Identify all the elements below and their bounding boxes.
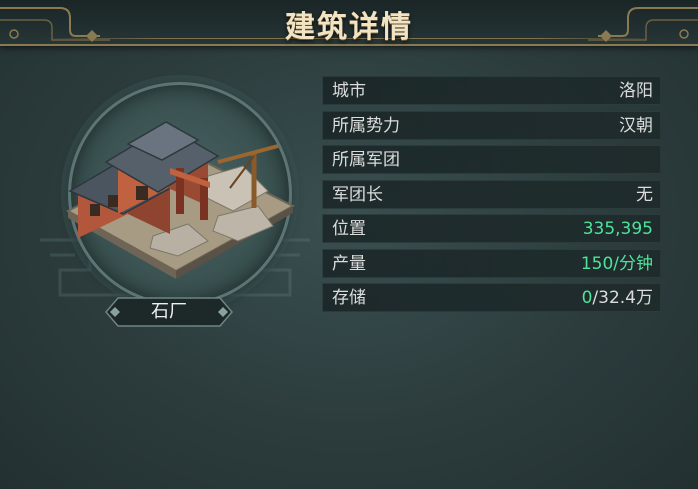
info-label: 所属势力 [332, 115, 400, 136]
info-label: 所属军团 [332, 150, 400, 170]
storage-max: /32.4万 [592, 288, 653, 308]
info-row-production: 产量 150/分钟 [322, 248, 661, 278]
info-row-faction: 所属势力 汉朝 [322, 110, 661, 140]
info-row-legion-leader: 军团长 无 [322, 179, 661, 209]
storage-current: 0 [581, 288, 593, 308]
building-name-plate: 石厂 [104, 296, 234, 328]
position-coordinates[interactable]: 335,395 [583, 215, 653, 243]
info-label: 存储 [332, 288, 366, 308]
info-row-legion: 所属军团 [322, 145, 661, 174]
storage-value: 0/32.4万 [582, 284, 653, 312]
building-info-table: 城市 洛阳 所属势力 汉朝 所属军团 军团长 无 位置 335,395 产量 1… [322, 76, 661, 318]
info-row-position: 位置 335,395 [322, 214, 661, 243]
info-value: 洛阳 [619, 81, 653, 101]
quarry-building-icon [65, 121, 296, 279]
info-value: 汉朝 [619, 115, 653, 136]
title-bar: 建筑详情 [0, 0, 698, 46]
info-label: 城市 [332, 81, 366, 101]
info-row-storage: 存储 0/32.4万 [322, 283, 661, 312]
info-label: 军团长 [332, 184, 383, 205]
info-row-city: 城市 洛阳 [322, 76, 661, 105]
building-name: 石厂 [151, 301, 187, 322]
page-title: 建筑详情 [285, 10, 413, 45]
production-rate: 150/分钟 [580, 253, 653, 274]
info-value: 无 [636, 184, 653, 205]
info-label: 位置 [332, 219, 366, 239]
info-label: 产量 [332, 253, 366, 274]
